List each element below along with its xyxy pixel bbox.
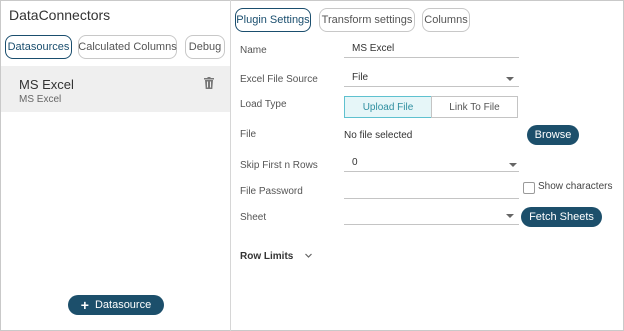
chevron-down-icon[interactable]	[509, 163, 517, 167]
load-type-label: Load Type	[240, 99, 287, 110]
browse-button[interactable]: Browse	[527, 125, 579, 145]
name-field-underline	[344, 40, 519, 58]
panel-divider	[230, 0, 231, 331]
name-label: Name	[240, 45, 267, 56]
source-field-underline	[344, 69, 519, 87]
upload-file-option[interactable]: Upload File	[344, 96, 432, 118]
chevron-down-icon[interactable]	[506, 77, 514, 81]
file-label: File	[240, 129, 257, 140]
add-datasource-button[interactable]: + Datasource	[68, 295, 164, 315]
skip-rows-label: Skip First n Rows	[240, 160, 318, 171]
tab-plugin-settings[interactable]: Plugin Settings	[235, 8, 311, 32]
chevron-down-icon[interactable]	[304, 251, 313, 260]
link-to-file-option[interactable]: Link To File	[431, 96, 518, 118]
sheet-label: Sheet	[240, 212, 267, 223]
skip-rows-underline	[344, 154, 519, 172]
datasource-type: MS Excel	[19, 94, 62, 105]
tab-debug[interactable]: Debug	[185, 35, 225, 59]
tab-columns[interactable]: Columns	[422, 8, 470, 32]
source-label: Excel File Source	[240, 74, 318, 85]
password-label: File Password	[240, 186, 303, 197]
trash-icon[interactable]	[204, 77, 214, 89]
file-status: No file selected	[344, 130, 413, 141]
password-underline	[344, 181, 519, 199]
tab-transform-settings[interactable]: Transform settings	[319, 8, 415, 32]
show-characters-label: Show characters	[538, 181, 613, 192]
fetch-sheets-button[interactable]: Fetch Sheets	[521, 207, 602, 227]
plus-icon: +	[80, 297, 89, 313]
app-title: DataConnectors	[9, 7, 111, 23]
sheet-underline	[344, 207, 519, 225]
tab-datasources[interactable]: Datasources	[5, 35, 72, 59]
show-characters-checkbox[interactable]	[523, 182, 535, 194]
tab-calculated-columns[interactable]: Calculated Columns	[78, 35, 177, 59]
add-datasource-label: Datasource	[94, 299, 152, 311]
datasource-name: MS Excel	[19, 77, 74, 92]
chevron-down-icon[interactable]	[506, 214, 514, 218]
row-limits-toggle[interactable]: Row Limits	[240, 251, 293, 262]
